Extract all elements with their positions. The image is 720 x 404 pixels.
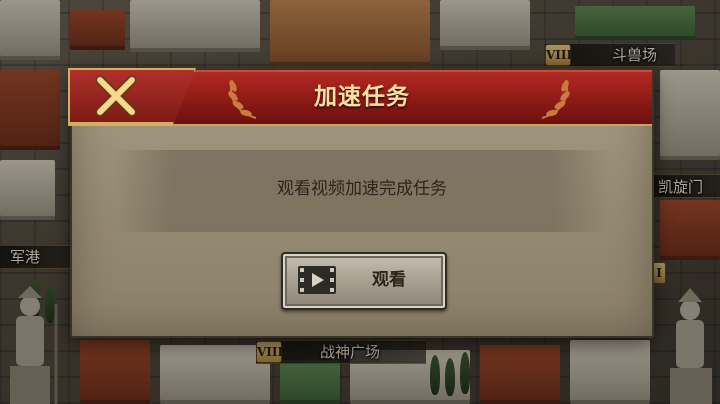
film-play-icon — [298, 266, 336, 294]
dialog-message: 观看视频加速完成任务 — [277, 179, 447, 199]
speedup-dialog: 加速任务 观看视频加速完成任务 观看 — [68, 68, 654, 338]
laurel-right-icon — [541, 79, 570, 119]
watch-video-button[interactable]: 观看 — [281, 252, 447, 310]
close-x-icon[interactable] — [94, 74, 138, 118]
watch-button-label: 观看 — [372, 270, 406, 290]
